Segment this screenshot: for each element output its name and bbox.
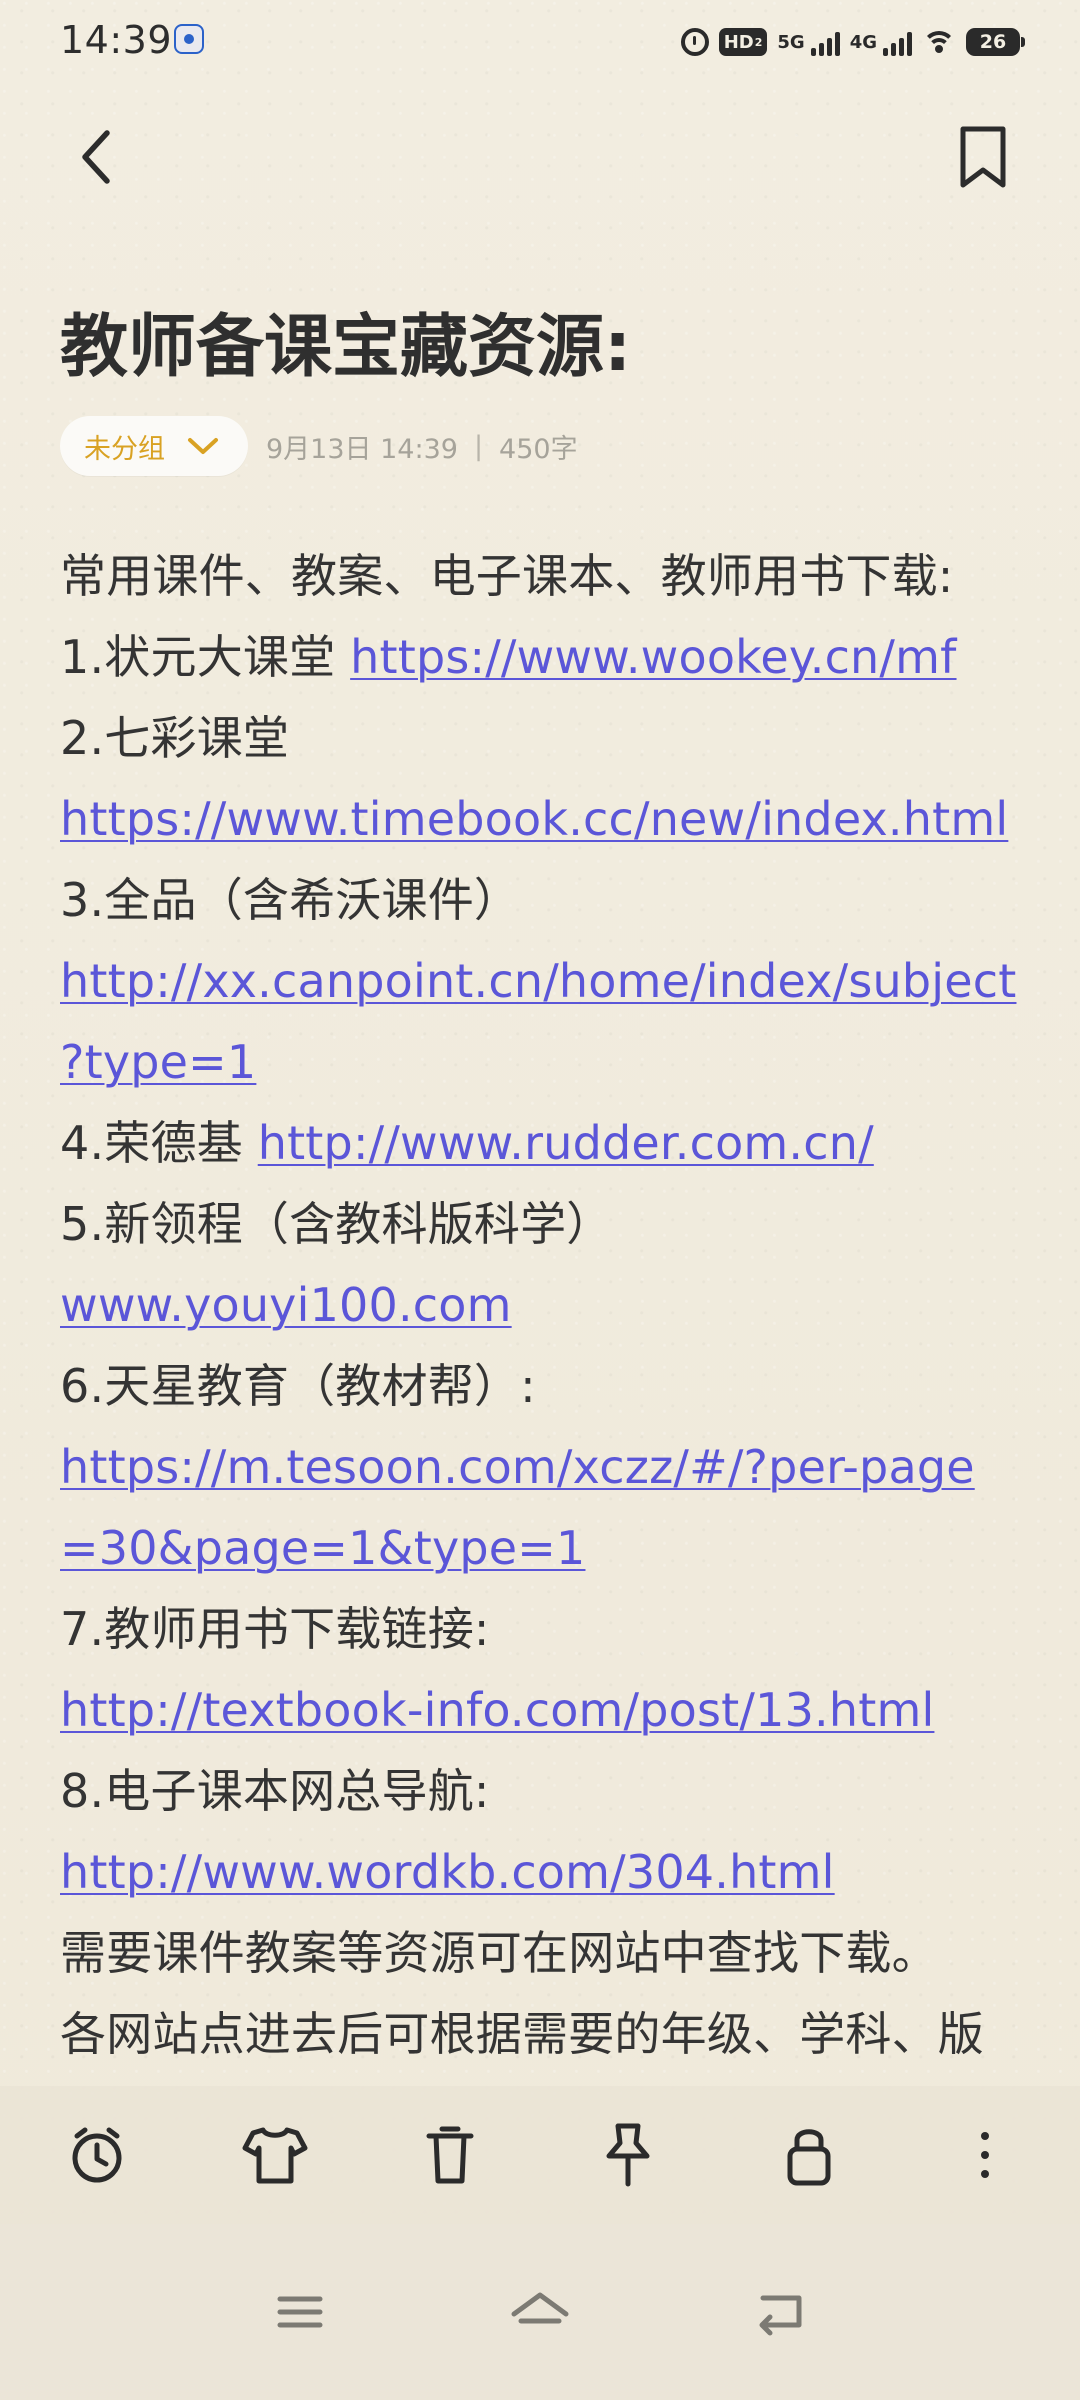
link-tesoon-query[interactable]: =30&page=1&type=1 bbox=[60, 1521, 585, 1575]
note-metadata: 9月13日 14:39 | 450字 bbox=[266, 427, 578, 466]
link-wordkb[interactable]: http://www.wordkb.com/304.html bbox=[60, 1845, 835, 1899]
content-line-18: 需要课件教案等资源可在网站中查找下载。 bbox=[60, 1913, 1030, 1994]
signal-5g-icon bbox=[810, 28, 840, 56]
lock-button[interactable] bbox=[770, 2116, 848, 2194]
content-text: 各网站点进去后可根据需要的年级、学科、版 bbox=[60, 2007, 984, 2061]
content-text: 6.天星教育（教材帮）: bbox=[60, 1359, 536, 1413]
return-navigation-button[interactable] bbox=[738, 2270, 822, 2354]
content-line-9: 5.新领程（含教科版科学） bbox=[60, 1184, 1030, 1265]
trash-icon bbox=[426, 2126, 474, 2184]
hd-subscript: 2 bbox=[754, 35, 763, 49]
content-line-8: 4.荣德基 http://www.rudder.com.cn/ bbox=[60, 1103, 1030, 1184]
chevron-down-icon bbox=[188, 438, 218, 454]
content-line-17: http://www.wordkb.com/304.html bbox=[60, 1832, 1030, 1913]
status-indicators: HD 2 5G 4G 26 bbox=[680, 20, 1025, 64]
menu-icon bbox=[277, 2296, 323, 2328]
content-line-11: 6.天星教育（教材帮）: bbox=[60, 1346, 1030, 1427]
link-canpoint[interactable]: http://xx.canpoint.cn/home/index/subject bbox=[60, 954, 1016, 1008]
content-line-1: 常用课件、教案、电子课本、教师用书下载: bbox=[60, 536, 1030, 617]
lock-icon bbox=[787, 2129, 831, 2186]
system-navigation-bar bbox=[0, 2224, 1080, 2400]
back-button[interactable] bbox=[62, 122, 132, 192]
link-wookey[interactable]: https://www.wookey.cn/mf bbox=[350, 630, 956, 684]
content-text: 3.全品（含希沃课件） bbox=[60, 873, 521, 927]
alarm-icon bbox=[72, 2127, 122, 2183]
content-text: 7.教师用书下载链接: bbox=[60, 1602, 490, 1656]
status-bar: 14:39 HD 2 5G 4G 26 bbox=[0, 0, 1080, 80]
network-5g-label: 5G bbox=[777, 31, 805, 53]
link-rudder[interactable]: http://www.rudder.com.cn/ bbox=[258, 1116, 874, 1170]
content-text: 4.荣德基 bbox=[60, 1116, 258, 1170]
theme-button[interactable] bbox=[236, 2116, 314, 2194]
battery-icon: 26 bbox=[966, 28, 1025, 56]
link-canpoint-query[interactable]: ?type=1 bbox=[60, 1035, 256, 1089]
bookmark-button[interactable] bbox=[948, 122, 1018, 192]
content-line-13: =30&page=1&type=1 bbox=[60, 1508, 1030, 1589]
metadata-separator: | bbox=[473, 430, 484, 462]
content-line-5: 3.全品（含希沃课件） bbox=[60, 860, 1030, 941]
note-date-time: 9月13日 14:39 bbox=[266, 433, 458, 465]
theme-shirt-icon bbox=[242, 2127, 308, 2184]
note-meta-row: 未分组 9月13日 14:39 | 450字 bbox=[60, 416, 578, 476]
home-navigation-button[interactable] bbox=[498, 2270, 582, 2354]
content-line-14: 7.教师用书下载链接: bbox=[60, 1589, 1030, 1670]
content-text: 常用课件、教案、电子课本、教师用书下载: bbox=[60, 549, 954, 603]
word-count: 450字 bbox=[499, 433, 578, 465]
content-line-12: https://m.tesoon.com/xczz/#/?per-page bbox=[60, 1427, 1030, 1508]
return-icon bbox=[759, 2295, 802, 2336]
back-icon bbox=[82, 130, 110, 184]
menu-navigation-button[interactable] bbox=[258, 2270, 342, 2354]
content-line-7: ?type=1 bbox=[60, 1022, 1030, 1103]
content-text: 需要课件教案等资源可在网站中查找下载。 bbox=[60, 1926, 938, 1980]
content-line-6: http://xx.canpoint.cn/home/index/subject bbox=[60, 941, 1030, 1022]
note-bottom-toolbar bbox=[0, 2086, 1080, 2224]
content-text: 5.新领程（含教科版科学） bbox=[60, 1197, 613, 1251]
note-top-nav bbox=[0, 90, 1080, 220]
content-line-3: 2.七彩课堂 bbox=[60, 698, 1030, 779]
group-label: 未分组 bbox=[84, 433, 165, 465]
content-text: 8.电子课本网总导航: bbox=[60, 1764, 490, 1818]
bookmark-icon bbox=[960, 126, 1006, 188]
alarm-status-icon bbox=[680, 28, 709, 56]
hd-badge: HD 2 bbox=[718, 28, 768, 56]
home-icon bbox=[511, 2292, 569, 2324]
more-button[interactable] bbox=[946, 2116, 1024, 2194]
link-textbook-info[interactable]: http://textbook-info.com/post/13.html bbox=[60, 1683, 934, 1737]
link-tesoon[interactable]: https://m.tesoon.com/xczz/#/?per-page bbox=[60, 1440, 975, 1494]
note-content[interactable]: 常用课件、教案、电子课本、教师用书下载: 1.状元大课堂 https://www… bbox=[60, 536, 1030, 2075]
content-line-15: http://textbook-info.com/post/13.html bbox=[60, 1670, 1030, 1751]
content-line-19: 各网站点进去后可根据需要的年级、学科、版 bbox=[60, 1994, 1030, 2075]
link-youyi[interactable]: www.youyi100.com bbox=[60, 1278, 512, 1332]
content-line-4: https://www.timebook.cc/new/index.html bbox=[60, 779, 1030, 860]
delete-button[interactable] bbox=[411, 2116, 489, 2194]
pin-icon bbox=[606, 2123, 650, 2187]
content-text: 2.七彩课堂 bbox=[60, 711, 290, 765]
status-time: 14:39 bbox=[60, 18, 173, 62]
content-line-16: 8.电子课本网总导航: bbox=[60, 1751, 1030, 1832]
content-text: 1.状元大课堂 bbox=[60, 630, 351, 684]
content-line-10: www.youyi100.com bbox=[60, 1265, 1030, 1346]
group-selector[interactable]: 未分组 bbox=[60, 416, 248, 476]
battery-level: 26 bbox=[979, 31, 1007, 53]
link-timebook[interactable]: https://www.timebook.cc/new/index.html bbox=[60, 792, 1008, 846]
pin-button[interactable] bbox=[589, 2116, 667, 2194]
content-line-2: 1.状元大课堂 https://www.wookey.cn/mf bbox=[60, 617, 1030, 698]
wifi-icon bbox=[922, 30, 956, 54]
signal-4g-icon bbox=[883, 28, 912, 56]
more-icon bbox=[981, 2132, 989, 2178]
network-4g-label: 4G bbox=[849, 31, 877, 53]
hd-label: HD bbox=[723, 31, 754, 53]
baidu-app-icon bbox=[174, 24, 204, 54]
note-title[interactable]: 教师备课宝藏资源: bbox=[60, 300, 1020, 396]
alarm-button[interactable] bbox=[58, 2116, 136, 2194]
